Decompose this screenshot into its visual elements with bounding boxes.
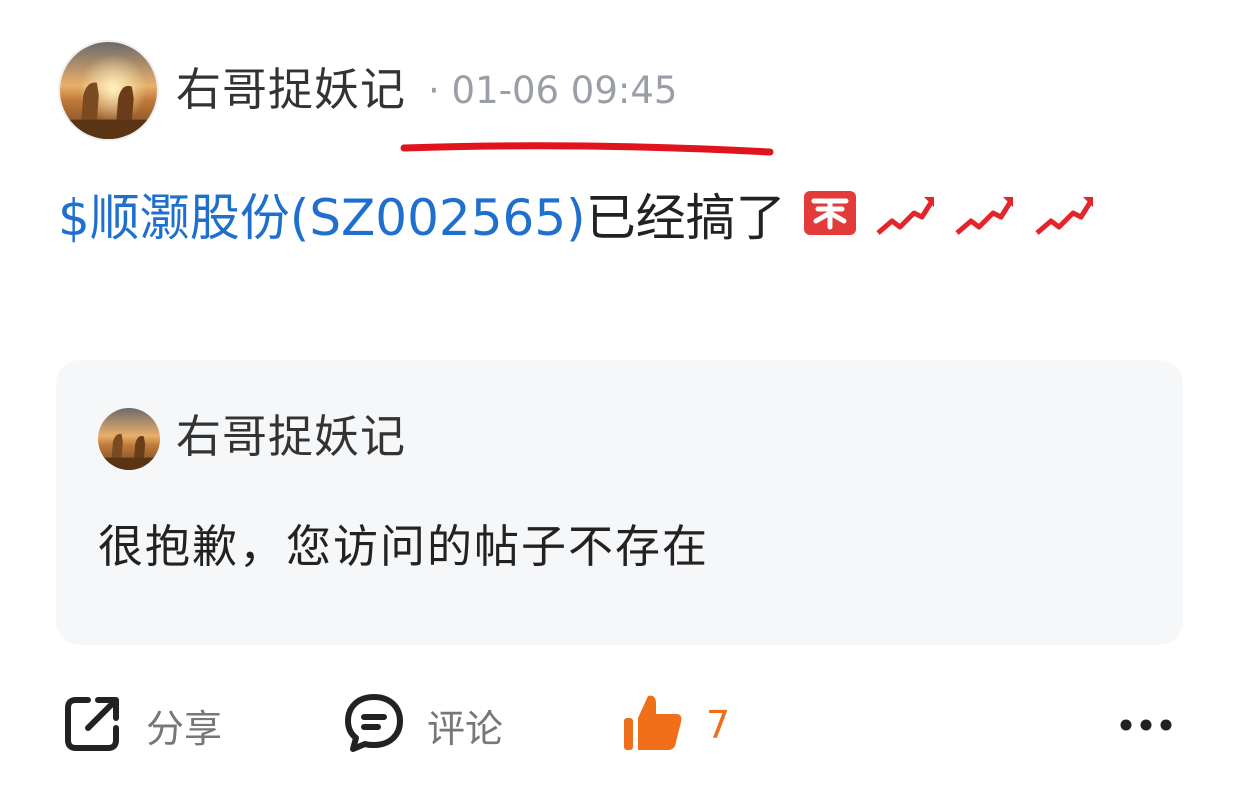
quoted-author-avatar — [98, 408, 160, 470]
quoted-author-name: 右哥捉妖记 — [176, 410, 407, 463]
stock-tag-link[interactable]: $顺灏股份(SZ002565) — [58, 189, 586, 247]
author-avatar[interactable] — [58, 40, 159, 141]
quoted-post-card[interactable]: 右哥捉妖记 很抱歉，您访问的帖子不存在 — [56, 360, 1183, 645]
more-options-icon[interactable] — [1118, 710, 1174, 740]
share-button[interactable]: 分享 — [62, 690, 222, 760]
trend-up-icon — [874, 182, 938, 262]
post-content: $顺灏股份(SZ002565)已经搞了 — [58, 178, 1198, 262]
quoted-post-text: 很抱歉，您访问的帖子不存在 — [98, 520, 710, 573]
thumbs-up-icon — [620, 690, 686, 760]
post-text: 已经搞了 — [585, 189, 786, 247]
share-icon — [62, 692, 124, 758]
trend-up-icon — [1033, 182, 1097, 262]
author-name[interactable]: 右哥捉妖记 — [176, 60, 406, 120]
red-underline-annotation — [400, 142, 774, 156]
trend-up-icon — [953, 182, 1017, 262]
comment-label: 评论 — [427, 706, 504, 751]
comment-button[interactable]: 评论 — [343, 690, 503, 760]
post-timestamp: · 01-06 09:45 — [428, 69, 678, 112]
like-count: 7 — [706, 703, 731, 747]
like-button[interactable]: 7 — [620, 690, 730, 760]
buy-stamp-icon — [802, 182, 858, 262]
comment-icon — [343, 692, 405, 758]
share-label: 分享 — [146, 706, 223, 751]
